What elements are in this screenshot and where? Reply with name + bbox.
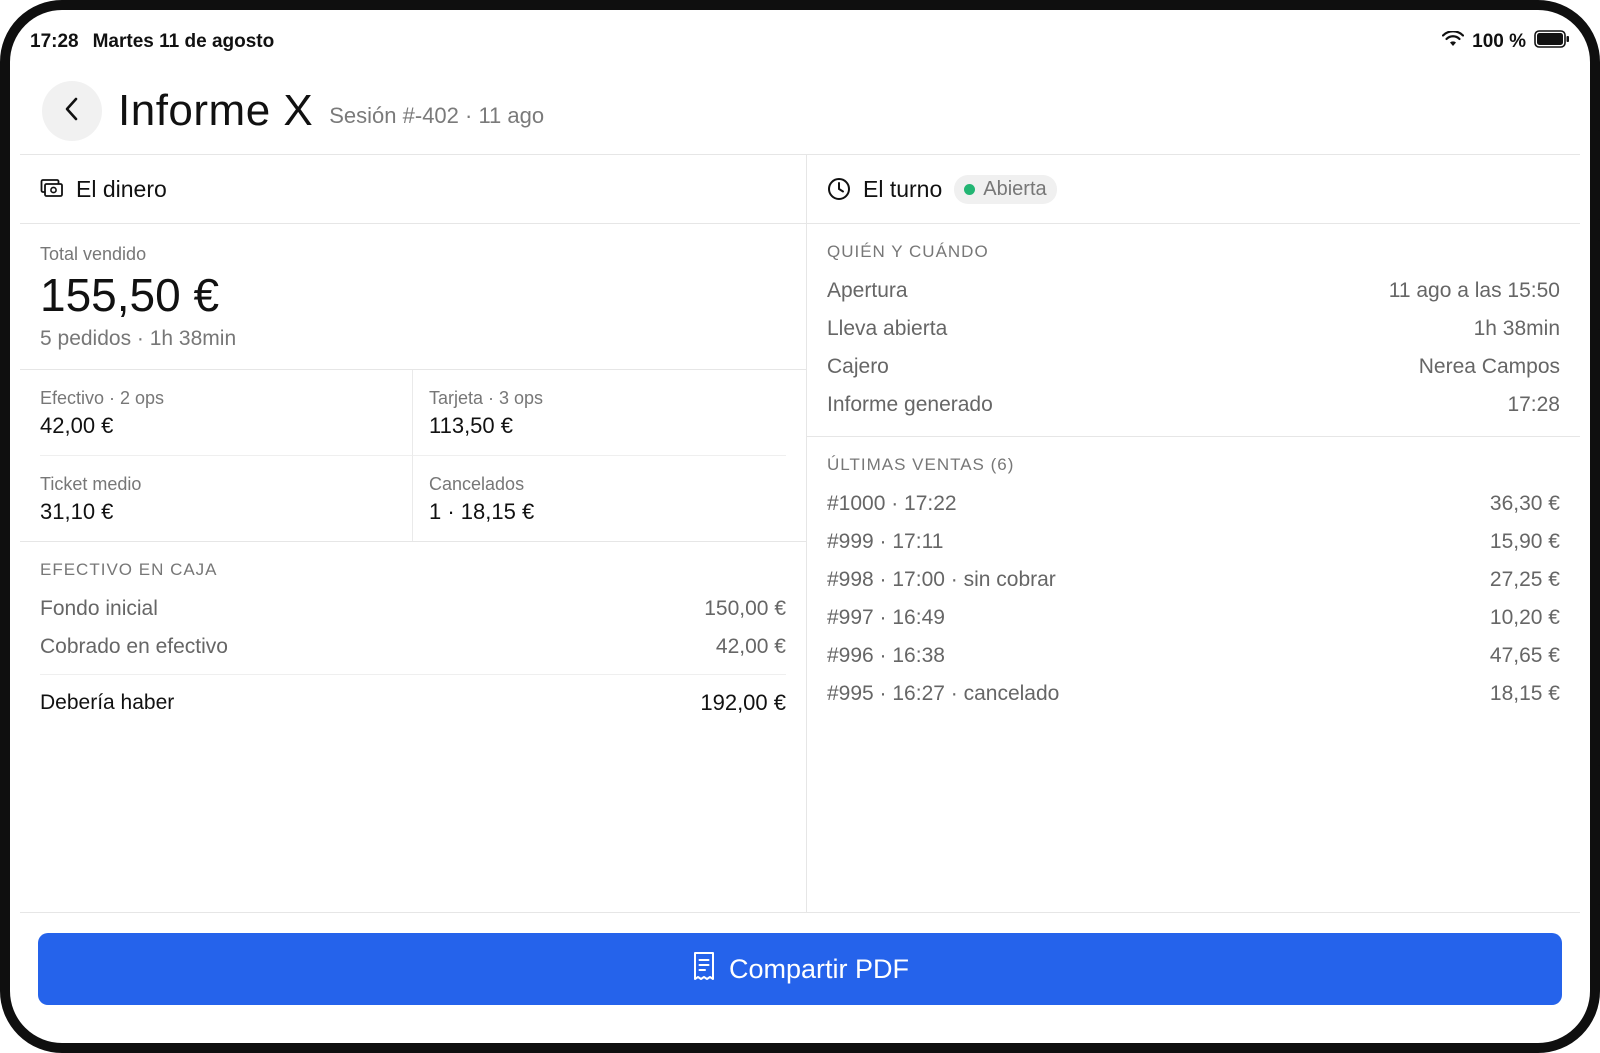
sale-label: #1000 · 17:22 — [827, 492, 957, 515]
status-badge: Abierta — [954, 174, 1057, 204]
side-button — [1592, 765, 1600, 905]
info-row: Cajero Nerea Campos — [827, 348, 1560, 386]
battery-percent: 100 % — [1472, 31, 1526, 52]
total-meta: 5 pedidos · 1h 38min — [40, 327, 237, 351]
share-pdf-button[interactable]: Compartir PDF — [38, 933, 1562, 1005]
stat-value: 1 · 18,15 € — [429, 499, 535, 525]
cash-icon — [40, 178, 64, 200]
list-item[interactable]: #995 · 16:27 · cancelado 18,15 € — [827, 675, 1560, 713]
who-caption: QUIÉN Y CUÁNDO — [827, 242, 989, 261]
money-heading-label: El dinero — [76, 175, 167, 202]
cash-row-collected: Cobrado en efectivo 42,00 € — [40, 628, 786, 666]
shift-heading: El turno Abierta — [807, 155, 1580, 224]
list-item[interactable]: #997 · 16:49 10,20 € — [827, 599, 1560, 637]
receipt-icon — [691, 951, 717, 988]
stat-value: 42,00 € — [40, 413, 114, 439]
row-label: Cobrado en efectivo — [40, 635, 228, 659]
cash-caption: EFECTIVO EN CAJA — [40, 560, 218, 580]
side-button — [1592, 240, 1600, 330]
row-value: 42,00 € — [715, 635, 786, 659]
stat-label: Cancelados — [429, 474, 525, 495]
list-item[interactable]: #999 · 17:11 15,90 € — [827, 523, 1560, 561]
sale-amount: 36,30 € — [1489, 492, 1560, 515]
sale-label: #996 · 16:38 — [827, 644, 945, 667]
device-frame: 17:28 Martes 11 de agosto 100 % Informe … — [0, 0, 1600, 1053]
sale-amount: 18,15 € — [1489, 682, 1560, 705]
list-item[interactable]: #996 · 16:38 47,65 € — [827, 637, 1560, 675]
row-value: 17:28 — [1507, 393, 1560, 416]
row-label: Cajero — [827, 355, 889, 378]
stat-cancelled: Cancelados 1 · 18,15 € — [413, 456, 786, 541]
row-value: 150,00 € — [704, 597, 786, 621]
money-panel: El dinero Total vendido 155,50 € 5 pedid… — [20, 155, 807, 912]
session-subtitle: Sesión #-402 · 11 ago — [329, 103, 545, 128]
row-label: Lleva abierta — [827, 317, 948, 340]
wifi-icon — [1442, 30, 1465, 53]
row-value: Nerea Campos — [1418, 355, 1560, 378]
stats-grid: Efectivo · 2 ops 42,00 € Tarjeta · 3 ops… — [20, 370, 806, 543]
info-row: Apertura 11 ago a las 15:50 — [827, 272, 1560, 310]
shift-heading-label: El turno — [863, 175, 943, 202]
stat-label: Efectivo · 2 ops — [40, 388, 165, 409]
status-bar: 17:28 Martes 11 de agosto 100 % — [30, 24, 1570, 60]
stat-label: Tarjeta · 3 ops — [429, 388, 544, 409]
footer-bar: Compartir PDF — [20, 912, 1580, 1043]
sales-caption: ÚLTIMAS VENTAS (6) — [827, 455, 1015, 474]
side-button — [1592, 130, 1600, 220]
stat-cash: Efectivo · 2 ops 42,00 € — [40, 370, 413, 457]
sale-label: #999 · 17:11 — [827, 530, 944, 553]
sale-label: #998 · 17:00 · sin cobrar — [827, 568, 1056, 591]
page-header: Informe X Sesión #-402 · 11 ago — [20, 68, 1580, 155]
sale-label: #997 · 16:49 — [827, 606, 945, 629]
stat-average-ticket: Ticket medio 31,10 € — [40, 456, 413, 542]
total-sold: Total vendido 155,50 € 5 pedidos · 1h 38… — [20, 224, 806, 371]
row-value: 192,00 € — [700, 690, 786, 716]
stat-label: Ticket medio — [40, 474, 142, 495]
stat-value: 31,10 € — [40, 499, 114, 525]
status-dot-icon — [964, 183, 976, 195]
cash-row-initial: Fondo inicial 150,00 € — [40, 590, 786, 628]
row-label: Apertura — [827, 279, 908, 302]
stat-value: 113,50 € — [429, 413, 514, 439]
money-heading: El dinero — [20, 155, 806, 224]
status-right: 100 % — [1442, 30, 1570, 54]
page-title: Informe X — [118, 86, 314, 135]
cash-drawer-section: EFECTIVO EN CAJA Fondo inicial 150,00 € … — [20, 542, 806, 723]
back-button[interactable] — [42, 81, 102, 141]
sale-amount: 15,90 € — [1489, 530, 1560, 553]
row-value: 11 ago a las 15:50 — [1388, 279, 1560, 302]
status-badge-label: Abierta — [983, 177, 1047, 200]
sale-amount: 10,20 € — [1489, 606, 1560, 629]
clock-icon — [827, 177, 851, 201]
chevron-left-icon — [63, 96, 81, 127]
sale-amount: 27,25 € — [1489, 568, 1560, 591]
cash-expected-total: Debería haber 192,00 € — [40, 674, 786, 723]
list-item[interactable]: #1000 · 17:22 36,30 € — [827, 485, 1560, 523]
list-item[interactable]: #998 · 17:00 · sin cobrar 27,25 € — [827, 561, 1560, 599]
row-label: Informe generado — [827, 393, 993, 416]
sale-amount: 47,65 € — [1489, 644, 1560, 667]
status-date: Martes 11 de agosto — [92, 31, 275, 52]
row-value: 1h 38min — [1473, 317, 1560, 340]
total-label: Total vendido — [40, 244, 147, 264]
sale-label: #995 · 16:27 · cancelado — [827, 682, 1060, 705]
info-row: Lleva abierta 1h 38min — [827, 310, 1560, 348]
stat-card: Tarjeta · 3 ops 113,50 € — [413, 370, 786, 457]
row-label: Debería haber — [40, 691, 175, 715]
shift-panel: El turno Abierta QUIÉN Y CUÁNDO Apertura… — [807, 155, 1580, 912]
who-when-section: QUIÉN Y CUÁNDO Apertura 11 ago a las 15:5… — [807, 224, 1580, 437]
share-pdf-label: Compartir PDF — [728, 953, 910, 984]
status-time: 17:28 — [30, 31, 79, 52]
total-value: 155,50 € — [40, 269, 220, 321]
recent-sales-section: ÚLTIMAS VENTAS (6) #1000 · 17:22 36,30 € … — [807, 437, 1580, 713]
info-row: Informe generado 17:28 — [827, 386, 1560, 424]
battery-icon — [1534, 30, 1570, 54]
row-label: Fondo inicial — [40, 597, 158, 621]
